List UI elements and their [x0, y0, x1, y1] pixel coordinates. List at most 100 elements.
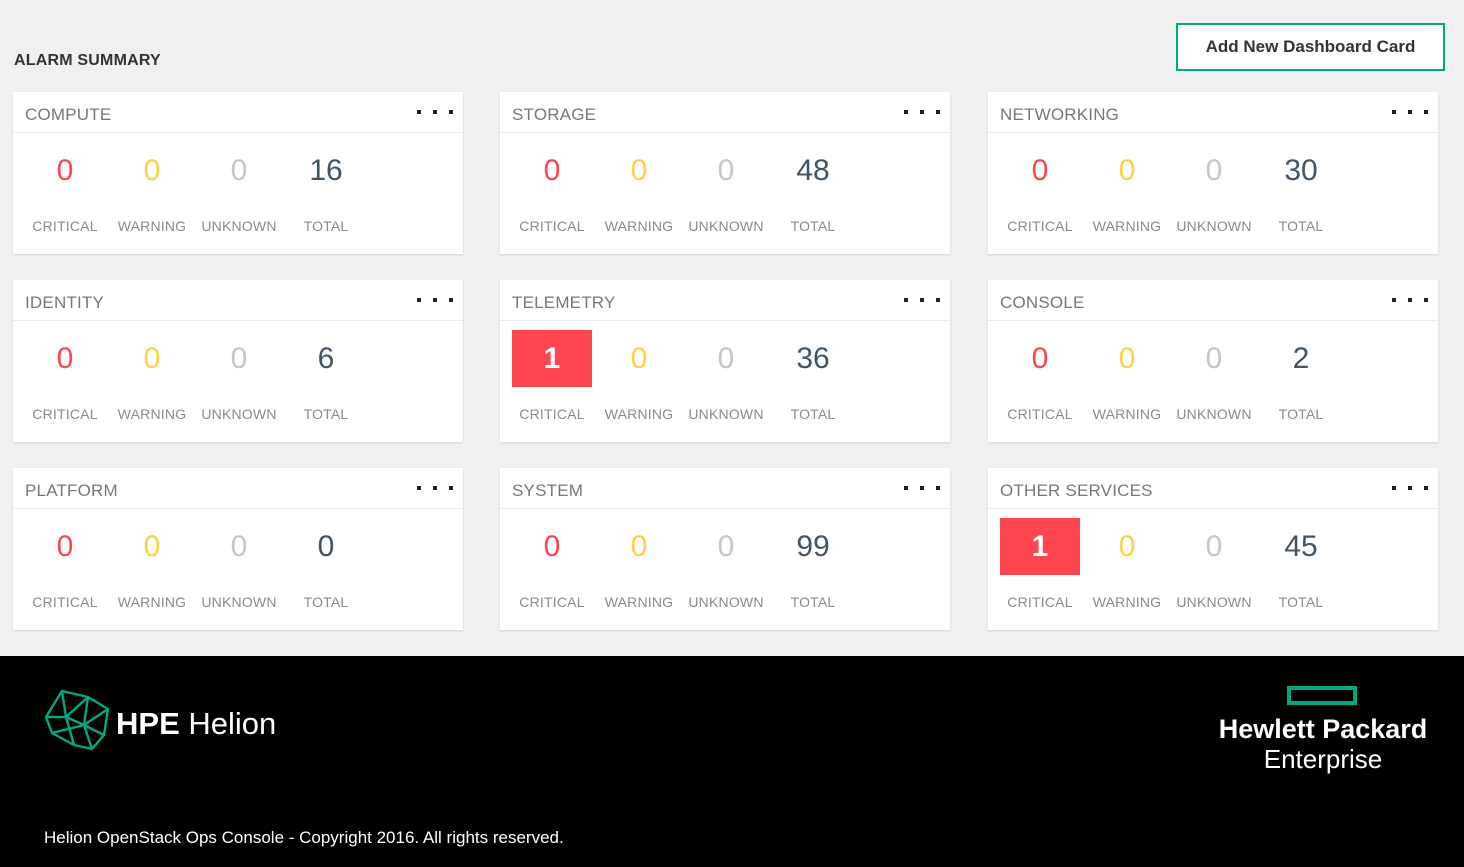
more-horizontal-icon[interactable]: [1392, 480, 1428, 496]
more-horizontal-icon[interactable]: [904, 292, 940, 308]
critical-metric[interactable]: 1 CRITICAL: [1000, 518, 1087, 618]
total-label: TOTAL: [1278, 406, 1324, 422]
alarm-card-other-services[interactable]: OTHER SERVICES 1 CRITICAL 0 WARNING 0 UNKNOWN 4…: [988, 468, 1438, 630]
company-name-line1: Hewlett Packard: [1218, 714, 1428, 744]
warning-count: 0: [630, 154, 648, 187]
warning-metric[interactable]: 0 WARNING: [112, 142, 199, 242]
critical-metric[interactable]: 0 CRITICAL: [512, 518, 599, 618]
total-metric[interactable]: 2 TOTAL: [1261, 330, 1348, 430]
alarm-card-platform[interactable]: PLATFORM 0 CRITICAL 0 WARNING 0 UNKNOWN 0 TOTAL: [13, 468, 463, 630]
menu-dot: [1392, 486, 1396, 490]
total-label: TOTAL: [790, 218, 836, 234]
menu-dot: [1424, 110, 1428, 114]
menu-dot: [936, 486, 940, 490]
alarm-card-networking[interactable]: NETWORKING 0 CRITICAL 0 WARNING 0 UNKNOWN 30 TOT…: [988, 92, 1438, 254]
add-dashboard-card-button[interactable]: Add New Dashboard Card: [1176, 23, 1445, 71]
card-header: IDENTITY: [13, 280, 463, 321]
critical-label: CRITICAL: [1007, 218, 1073, 234]
menu-dot: [433, 298, 437, 302]
total-label: TOTAL: [303, 218, 349, 234]
critical-metric[interactable]: 0 CRITICAL: [1000, 142, 1087, 242]
critical-label: CRITICAL: [519, 594, 585, 610]
menu-dot: [920, 110, 924, 114]
warning-metric[interactable]: 0 WARNING: [1087, 518, 1174, 618]
menu-dot: [936, 110, 940, 114]
critical-metric[interactable]: 0 CRITICAL: [1000, 330, 1087, 430]
unknown-metric[interactable]: 0 UNKNOWN: [199, 330, 286, 430]
unknown-label: UNKNOWN: [1176, 594, 1252, 610]
more-horizontal-icon[interactable]: [417, 104, 453, 120]
card-header: OTHER SERVICES: [988, 468, 1438, 509]
more-horizontal-icon[interactable]: [904, 480, 940, 496]
alarm-card-storage[interactable]: STORAGE 0 CRITICAL 0 WARNING 0 UNKNOWN 48 TOTAL: [500, 92, 950, 254]
unknown-count: 0: [717, 530, 735, 563]
unknown-metric[interactable]: 0 UNKNOWN: [1174, 330, 1261, 430]
more-horizontal-icon[interactable]: [904, 104, 940, 120]
unknown-metric[interactable]: 0 UNKNOWN: [1174, 142, 1261, 242]
warning-metric[interactable]: 0 WARNING: [112, 518, 199, 618]
more-horizontal-icon[interactable]: [1392, 104, 1428, 120]
menu-dot: [904, 298, 908, 302]
total-metric[interactable]: 16 TOTAL: [286, 142, 373, 242]
menu-dot: [1408, 486, 1412, 490]
warning-label: WARNING: [1092, 594, 1162, 610]
alarm-card-telemetry[interactable]: TELEMETRY 1 CRITICAL 0 WARNING 0 UNKNOWN 36 TOTA…: [500, 280, 950, 442]
alarm-metrics: 0 CRITICAL 0 WARNING 0 UNKNOWN 2 TOTAL: [1000, 330, 1348, 430]
critical-metric[interactable]: 1 CRITICAL: [512, 330, 599, 430]
warning-label: WARNING: [117, 218, 187, 234]
more-horizontal-icon[interactable]: [417, 480, 453, 496]
critical-metric[interactable]: 0 CRITICAL: [25, 330, 112, 430]
total-metric[interactable]: 6 TOTAL: [286, 330, 373, 430]
total-metric[interactable]: 45 TOTAL: [1261, 518, 1348, 618]
warning-metric[interactable]: 0 WARNING: [599, 330, 686, 430]
critical-label: CRITICAL: [32, 406, 98, 422]
menu-dot: [920, 486, 924, 490]
card-title: TELEMETRY: [512, 293, 616, 312]
warning-metric[interactable]: 0 WARNING: [112, 330, 199, 430]
card-title: IDENTITY: [25, 293, 105, 312]
menu-dot: [1408, 298, 1412, 302]
alarm-card-system[interactable]: SYSTEM 0 CRITICAL 0 WARNING 0 UNKNOWN 99 TOTAL: [500, 468, 950, 630]
menu-dot: [417, 110, 421, 114]
warning-label: WARNING: [604, 218, 674, 234]
page-title: ALARM SUMMARY: [14, 52, 161, 69]
critical-metric[interactable]: 0 CRITICAL: [25, 142, 112, 242]
more-horizontal-icon[interactable]: [417, 292, 453, 308]
warning-metric[interactable]: 0 WARNING: [599, 142, 686, 242]
unknown-metric[interactable]: 0 UNKNOWN: [686, 518, 773, 618]
unknown-metric[interactable]: 0 UNKNOWN: [199, 142, 286, 242]
warning-metric[interactable]: 0 WARNING: [1087, 142, 1174, 242]
product-name: Helion: [188, 706, 277, 741]
more-horizontal-icon[interactable]: [1392, 292, 1428, 308]
card-header: COMPUTE: [13, 92, 463, 133]
alarm-card-identity[interactable]: IDENTITY 0 CRITICAL 0 WARNING 0 UNKNOWN 6 TOTAL: [13, 280, 463, 442]
unknown-count: 0: [230, 342, 248, 375]
card-title: NETWORKING: [1000, 105, 1120, 124]
unknown-count: 0: [717, 342, 735, 375]
card-title: OTHER SERVICES: [1000, 481, 1153, 500]
unknown-metric[interactable]: 0 UNKNOWN: [199, 518, 286, 618]
unknown-metric[interactable]: 0 UNKNOWN: [686, 330, 773, 430]
total-count: 30: [1284, 154, 1318, 187]
total-metric[interactable]: 36 TOTAL: [773, 330, 860, 430]
card-header: TELEMETRY: [500, 280, 950, 321]
card-title: COMPUTE: [25, 105, 112, 124]
menu-dot: [449, 486, 453, 490]
critical-metric[interactable]: 0 CRITICAL: [25, 518, 112, 618]
total-label: TOTAL: [303, 406, 349, 422]
critical-metric[interactable]: 0 CRITICAL: [512, 142, 599, 242]
warning-label: WARNING: [117, 594, 187, 610]
warning-count: 0: [1118, 530, 1136, 563]
unknown-metric[interactable]: 0 UNKNOWN: [686, 142, 773, 242]
total-metric[interactable]: 30 TOTAL: [1261, 142, 1348, 242]
warning-metric[interactable]: 0 WARNING: [1087, 330, 1174, 430]
alarm-card-compute[interactable]: COMPUTE 0 CRITICAL 0 WARNING 0 UNKNOWN 16 TOTAL: [13, 92, 463, 254]
total-metric[interactable]: 0 TOTAL: [286, 518, 373, 618]
total-metric[interactable]: 48 TOTAL: [773, 142, 860, 242]
total-metric[interactable]: 99 TOTAL: [773, 518, 860, 618]
menu-dot: [920, 298, 924, 302]
warning-metric[interactable]: 0 WARNING: [599, 518, 686, 618]
alarm-card-console[interactable]: CONSOLE 0 CRITICAL 0 WARNING 0 UNKNOWN 2 TOTAL: [988, 280, 1438, 442]
unknown-metric[interactable]: 0 UNKNOWN: [1174, 518, 1261, 618]
warning-count: 0: [630, 530, 648, 563]
